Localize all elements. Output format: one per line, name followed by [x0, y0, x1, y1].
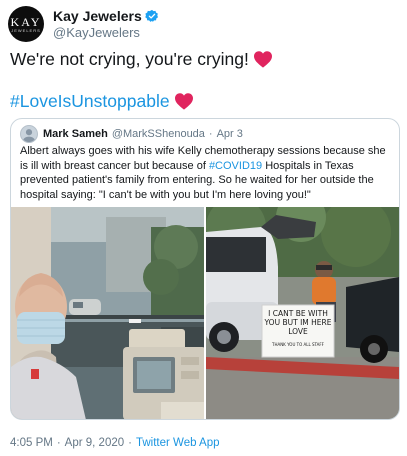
heart-emoji-icon [174, 93, 193, 110]
separator-dot: · [128, 437, 132, 449]
sign-line-2: YOU BUT IM HERE [264, 318, 332, 327]
person-avatar-icon [22, 129, 36, 142]
avatar[interactable]: KAY JEWELERS [8, 6, 44, 42]
separator-dot: · [208, 128, 213, 140]
covid-hashtag-link[interactable]: #COVID19 [209, 160, 262, 172]
quoted-tweet-photos: I CANT BE WITH YOU BUT IM HERE LOVE THAN… [11, 207, 399, 419]
quoted-author-avatar[interactable] [20, 125, 38, 143]
tweet-hashtag-line: #LoveIsUnstoppable [10, 90, 395, 112]
husband-sign-photo[interactable]: I CANT BE WITH YOU BUT IM HERE LOVE THAN… [206, 207, 399, 419]
quoted-tweet-text: Albert always goes with his wife Kelly c… [20, 144, 392, 202]
tweet-time[interactable]: 4:05 PM [10, 437, 53, 449]
tweet-header: KAY JEWELERS Kay Jewelers @KayJewelers [8, 6, 398, 42]
logo-text: KAY [10, 14, 42, 29]
tweet-footer: 4:05 PM · Apr 9, 2020 · Twitter Web App [10, 437, 220, 449]
hospital-selfie-photo[interactable] [11, 207, 206, 419]
quoted-author-name[interactable]: Mark Sameh [43, 128, 108, 140]
tweet-hashtag-link[interactable]: #LoveIsUnstoppable [10, 91, 170, 111]
quoted-tweet-card[interactable]: Mark Sameh @MarkSShenouda · Apr 3 Albert… [10, 118, 400, 420]
account-handle[interactable]: @KayJewelers [53, 25, 159, 41]
verified-badge-icon [144, 9, 158, 22]
display-name[interactable]: Kay Jewelers [53, 8, 142, 25]
account-names: Kay Jewelers @KayJewelers [53, 8, 159, 41]
tweet-text: We're not crying, you're crying! [10, 49, 249, 69]
selfie-illustration [11, 207, 204, 419]
tweet-date[interactable]: Apr 9, 2020 [65, 437, 124, 449]
tweet-source-link[interactable]: Twitter Web App [136, 437, 220, 449]
quoted-tweet-date[interactable]: Apr 3 [217, 128, 243, 140]
tweet-text-line: We're not crying, you're crying! [10, 48, 395, 70]
sign-line-4: THANK YOU TO ALL STAFF [272, 342, 324, 347]
heart-emoji-icon [253, 51, 272, 68]
sign-line-3: LOVE [288, 327, 308, 336]
quoted-tweet-header: Mark Sameh @MarkSShenouda · Apr 3 [20, 125, 243, 143]
quoted-author-handle[interactable]: @MarkSShenouda [112, 128, 205, 140]
sign-line-1: I CANT BE WITH [268, 309, 328, 318]
handmade-sign: I CANT BE WITH YOU BUT IM HERE LOVE THAN… [262, 305, 334, 357]
separator-dot: · [56, 437, 61, 449]
name-row: Kay Jewelers [53, 8, 159, 25]
logo-subtext: JEWELERS [11, 27, 41, 33]
